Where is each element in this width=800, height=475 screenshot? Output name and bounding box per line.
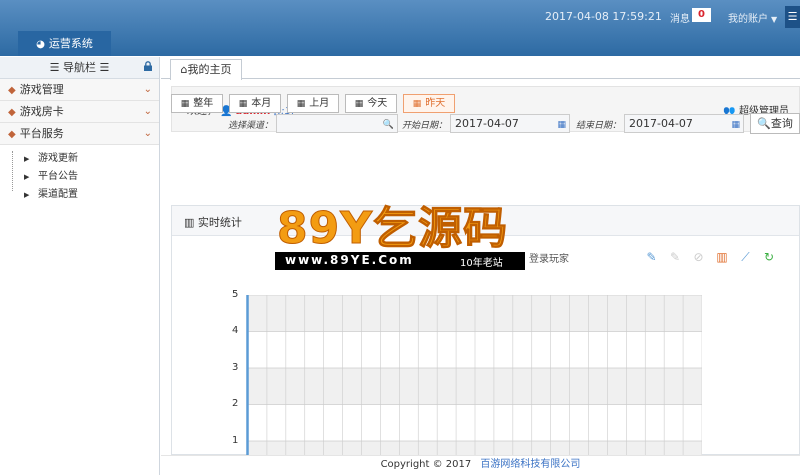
y-tick-label: 5 bbox=[232, 289, 239, 300]
sidebar-item-room-cards[interactable]: ◆ 游戏房卡 ⌄ bbox=[0, 101, 159, 123]
sidebar-subitem-announcement[interactable]: ▶ 平台公告 bbox=[0, 168, 159, 186]
stats-title-wrap: ▥ 实时统计 bbox=[184, 214, 242, 230]
chevron-down-icon: ⌄ bbox=[143, 128, 152, 139]
messages-count-badge[interactable]: 0 bbox=[692, 8, 711, 22]
channel-select[interactable]: 🔍 bbox=[276, 114, 398, 133]
eraser-icon[interactable]: ✎ bbox=[668, 250, 683, 265]
end-date-value: 2017-04-07 bbox=[629, 117, 693, 130]
watermark-slogan: 10年老站 bbox=[460, 258, 503, 269]
query-label: 查询 bbox=[770, 117, 793, 130]
calendar-icon: ▦ bbox=[238, 99, 248, 109]
calendar-icon: ▦ bbox=[296, 99, 306, 109]
tab-home[interactable]: ⌂我的主页 bbox=[170, 59, 242, 80]
tab-operations-system[interactable]: ◕ 运营系统 bbox=[18, 31, 111, 56]
tab-strip: ⌂我的主页 bbox=[161, 57, 800, 80]
sidebar-item-label: 平台服务 bbox=[19, 127, 64, 140]
messages-link[interactable]: 消息 bbox=[670, 10, 690, 25]
sidebar-item-label: 游戏管理 bbox=[19, 83, 64, 96]
sidebar-item-game-management[interactable]: ◆ 游戏管理 ⌄ bbox=[0, 79, 159, 101]
tag-icon: ◆ bbox=[8, 129, 16, 140]
sidebar-subitem-label: 渠道配置 bbox=[38, 189, 78, 200]
account-menu[interactable]: 我的账户 ▼ bbox=[728, 10, 777, 25]
footer-copyright: Copyright © 2017 bbox=[380, 459, 472, 470]
date-button-label: 本月 bbox=[251, 98, 272, 109]
caret-right-icon: ▶ bbox=[24, 155, 30, 163]
today-button[interactable]: ▦ 今天 bbox=[345, 94, 397, 113]
legend-item-login-players[interactable]: 登录玩家 bbox=[521, 250, 569, 265]
chevron-down-icon: ⌄ bbox=[143, 106, 152, 117]
dashboard-icon: ◕ bbox=[36, 39, 45, 50]
chart-toolbox: ✎ ✎ ⊘ ▥ ⟋ ↻ bbox=[644, 250, 782, 266]
account-label: 我的账户 bbox=[728, 14, 768, 25]
calendar-icon: ▦ bbox=[354, 99, 364, 109]
sidebar-subitem-label: 平台公告 bbox=[38, 171, 78, 182]
search-icon: 🔍 bbox=[382, 120, 394, 130]
sidebar-item-label: 游戏房卡 bbox=[19, 105, 64, 118]
sidebar-item-platform-services[interactable]: ◆ 平台服务 ⌄ bbox=[0, 123, 159, 145]
calendar-icon: ▦ bbox=[180, 99, 190, 109]
calendar-icon: ▦ bbox=[731, 120, 740, 130]
end-date-input[interactable]: 2017-04-07 ▦ bbox=[624, 114, 744, 133]
calendar-icon: ▦ bbox=[412, 99, 422, 109]
start-date-input[interactable]: 2017-04-07 ▦ bbox=[450, 114, 570, 133]
channel-label: 选择渠道： bbox=[228, 121, 274, 131]
sidebar-subitem-game-update[interactable]: ▶ 游戏更新 bbox=[0, 150, 159, 168]
start-date-value: 2017-04-07 bbox=[455, 117, 519, 130]
watermark-logo: 89Y乞源码 www.89YE.Com 10年老站 bbox=[275, 203, 525, 270]
mark-pen-icon[interactable]: ✎ bbox=[644, 250, 659, 265]
tag-icon: ◆ bbox=[8, 85, 16, 96]
header-datetime: 2017-04-08 17:59:21 bbox=[545, 10, 662, 23]
footer-company-link[interactable]: 百游网络科技有限公司 bbox=[480, 459, 580, 470]
sidebar-submenu: ▶ 游戏更新 ▶ 平台公告 ▶ 渠道配置 bbox=[0, 145, 159, 204]
date-button-label: 昨天 bbox=[425, 98, 446, 109]
sidebar-subitem-channel-config[interactable]: ▶ 渠道配置 bbox=[0, 186, 159, 204]
year-button[interactable]: ▦ 整年 bbox=[171, 94, 223, 113]
chevron-down-icon: ⌄ bbox=[143, 84, 152, 95]
this-month-button[interactable]: ▦ 本月 bbox=[229, 94, 281, 113]
legend-label: 登录玩家 bbox=[529, 254, 569, 265]
y-tick-label: 3 bbox=[232, 362, 239, 373]
refresh-icon[interactable]: ↻ bbox=[762, 250, 777, 265]
query-button[interactable]: 🔍查询 bbox=[750, 113, 800, 134]
date-button-label: 整年 bbox=[193, 98, 214, 109]
stats-title: 实时统计 bbox=[197, 216, 242, 229]
watermark-brand: 89Y乞源码 bbox=[276, 203, 509, 254]
last-month-button[interactable]: ▦ 上月 bbox=[287, 94, 339, 113]
clear-icon[interactable]: ⊘ bbox=[691, 250, 706, 265]
y-tick-label: 4 bbox=[232, 325, 239, 336]
bar-chart-icon: ▥ bbox=[184, 216, 195, 229]
tab-home-label: 我的主页 bbox=[187, 63, 232, 76]
bar-chart-switch-icon[interactable]: ▥ bbox=[715, 250, 730, 265]
sidebar-title: ☰ 导航栏 ☰ bbox=[49, 61, 110, 74]
tag-icon: ◆ bbox=[8, 107, 16, 118]
calendar-icon: ▦ bbox=[557, 120, 566, 130]
tab-operations-label: 运营系统 bbox=[48, 37, 93, 50]
sidebar: ☰ 导航栏 ☰ ◆ 游戏管理 ⌄ ◆ 游戏房卡 ⌄ ◆ 平台服务 ⌄ ▶ 游戏更新 ▶ 平台公告… bbox=[0, 57, 160, 475]
top-header: 2017-04-08 17:59:21 消息 0 我的账户 ▼ ☰ ◕ 运营系统 bbox=[0, 0, 800, 56]
sidebar-header: ☰ 导航栏 ☰ bbox=[0, 57, 159, 79]
y-tick-label: 2 bbox=[232, 398, 239, 409]
caret-right-icon: ▶ bbox=[24, 173, 30, 181]
footer: Copyright © 2017 百游网络科技有限公司 bbox=[161, 455, 800, 475]
caret-down-icon: ▼ bbox=[771, 15, 778, 24]
lock-icon[interactable] bbox=[143, 61, 153, 71]
start-date-label: 开始日期： bbox=[402, 121, 448, 131]
y-tick-label: 1 bbox=[232, 435, 239, 446]
caret-right-icon: ▶ bbox=[24, 191, 30, 199]
end-date-label: 结束日期： bbox=[576, 121, 622, 131]
yesterday-button[interactable]: ▦ 昨天 bbox=[403, 94, 455, 113]
line-chart bbox=[246, 295, 702, 455]
hamburger-icon: ☰ bbox=[787, 10, 798, 23]
date-button-label: 今天 bbox=[367, 98, 388, 109]
date-button-label: 上月 bbox=[309, 98, 330, 109]
menu-toggle-button[interactable]: ☰ bbox=[785, 6, 800, 28]
search-icon: 🔍 bbox=[757, 117, 771, 130]
watermark-url: www.89YE.Com bbox=[285, 253, 414, 267]
sidebar-subitem-label: 游戏更新 bbox=[38, 153, 78, 164]
line-chart-switch-icon[interactable]: ⟋ bbox=[738, 250, 753, 265]
